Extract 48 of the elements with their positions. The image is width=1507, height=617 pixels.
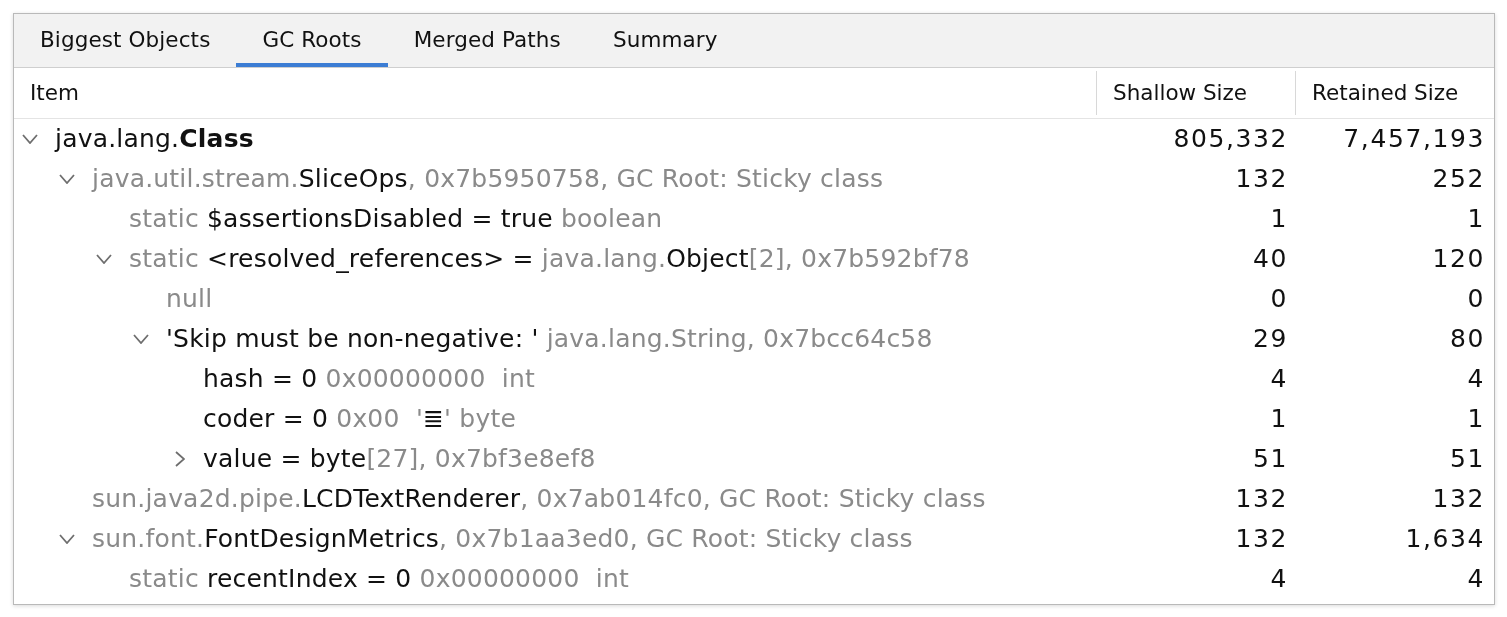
shallow-size-value: 132: [1235, 523, 1288, 556]
chevron-down-icon[interactable]: [96, 254, 112, 264]
tree-node-label[interactable]: value = byte[27], 0x7bf3e8ef8: [203, 444, 596, 474]
shallow-size-value: 132: [1235, 483, 1288, 516]
tab[interactable]: Merged Paths: [387, 14, 587, 67]
tree-node-label[interactable]: hash = 0 0x00000000 int: [203, 364, 535, 394]
column-header[interactable]: Retained Size: [1312, 76, 1459, 110]
shallow-size-value: 51: [1253, 443, 1288, 476]
tree-node-label[interactable]: sun.font.FontDesignMetrics, 0x7b1aa3ed0, GC Root: Sticky class: [92, 524, 913, 554]
retained-size-value: 1: [1467, 403, 1485, 436]
tree-node-label[interactable]: 'Skip must be non-negative: ' java.lang.String, 0x7bcc64c58: [166, 324, 933, 354]
retained-size-value: 1: [1467, 203, 1485, 236]
chevron-down-icon[interactable]: [59, 534, 75, 544]
retained-size-value: 51: [1450, 443, 1485, 476]
tree-node-label[interactable]: java.lang.Class: [55, 124, 254, 154]
tree-node-label[interactable]: static $assertionsDisabled = true boolean: [129, 204, 663, 234]
tree-node-label[interactable]: static <resolved_references> = java.lang.Object[2], 0x7b592bf78: [129, 244, 970, 274]
tree-node-label[interactable]: static recentIndex = 0 0x00000000 int: [129, 564, 630, 594]
shallow-size-value: 132: [1235, 163, 1288, 196]
column-header[interactable]: Shallow Size: [1113, 76, 1248, 110]
retained-size-value: 7,457,193: [1343, 123, 1485, 156]
tree-node-label[interactable]: sun.java2d.pipe.LCDTextRenderer, 0x7ab014fc0, GC Root: Sticky class: [92, 484, 986, 514]
retained-size-value: 80: [1450, 323, 1485, 356]
tab[interactable]: GC Roots: [236, 14, 388, 67]
shallow-size-value: 29: [1253, 323, 1288, 356]
chevron-down-icon[interactable]: [22, 134, 38, 144]
shallow-size-value: 1: [1270, 403, 1288, 436]
retained-size-value: 120: [1432, 243, 1485, 276]
shallow-size-value: 805,332: [1173, 123, 1288, 156]
shallow-size-value: 4: [1270, 563, 1288, 596]
retained-size-value: 1,634: [1405, 523, 1485, 556]
shallow-size-value: 4: [1270, 363, 1288, 396]
chevron-down-icon[interactable]: [59, 174, 75, 184]
shallow-size-value: 0: [1270, 283, 1288, 316]
chevron-down-icon[interactable]: [133, 334, 149, 344]
tree-node-label[interactable]: coder = 0 0x00 '≣' byte: [203, 404, 516, 434]
column-header[interactable]: Item: [30, 76, 79, 110]
tab[interactable]: Summary: [586, 14, 744, 67]
shallow-size-value: 40: [1253, 243, 1288, 276]
tree-node-label[interactable]: java.util.stream.SliceOps, 0x7b5950758, GC Root: Sticky class: [92, 164, 884, 194]
chevron-right-icon[interactable]: [175, 451, 185, 467]
tab[interactable]: Biggest Objects: [14, 14, 237, 67]
retained-size-value: 132: [1432, 483, 1485, 516]
retained-size-value: 0: [1467, 283, 1485, 316]
retained-size-value: 252: [1432, 163, 1485, 196]
shallow-size-value: 1: [1270, 203, 1288, 236]
retained-size-value: 4: [1467, 363, 1485, 396]
retained-size-value: 4: [1467, 563, 1485, 596]
